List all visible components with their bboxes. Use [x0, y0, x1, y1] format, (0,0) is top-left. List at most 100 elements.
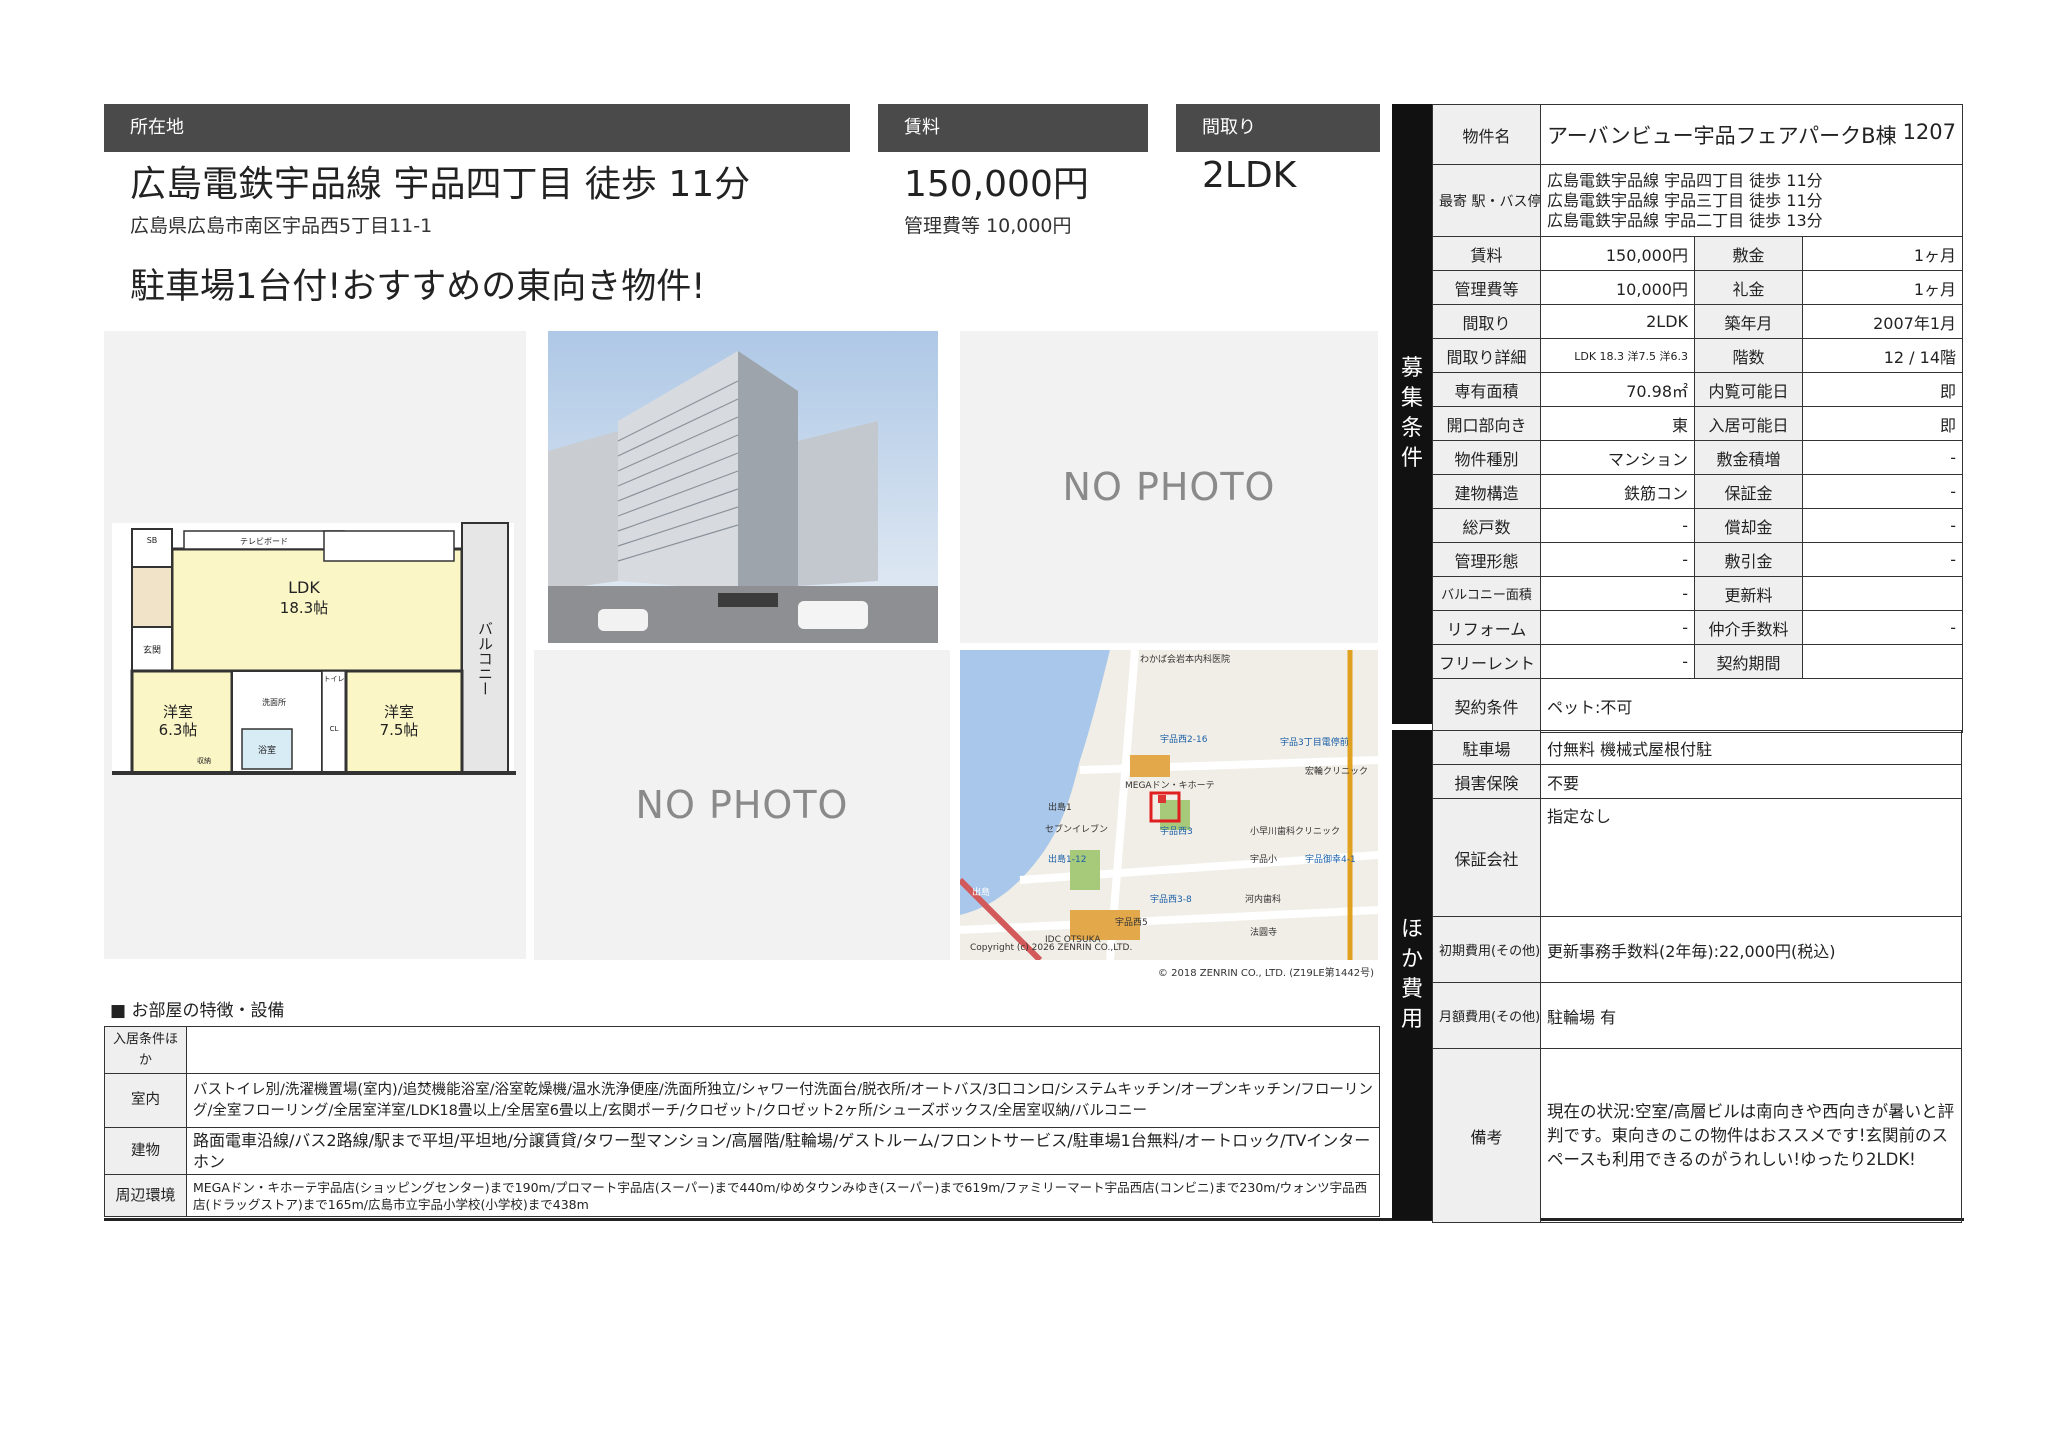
cond-value-viewing: 即 [1801, 372, 1964, 407]
floorplan-photo[interactable]: LDK 18.3帖 洋室 6.3帖 洋室 7.5帖 バルコニー SB テレビボー… [104, 331, 526, 959]
rent-label: 賃料 [904, 117, 940, 138]
cond-value-amortization: - [1801, 508, 1964, 543]
no-photo-1-text: NO PHOTO [1062, 465, 1276, 509]
fp-ldk: LDK [288, 578, 320, 597]
map-label-6: 宇品西3 [1160, 825, 1193, 837]
fp-room1-size: 6.3帖 [159, 721, 198, 739]
cond-label-floor: 階数 [1694, 338, 1803, 373]
map-copyright: © 2018 ZENRIN CO., LTD. (Z19LE第1442号) [1157, 968, 1374, 979]
costs-value-remarks: 現在の状況:空室/高層ビルは南向きや西向きが暑いと評判です。東向きのこの物件はお… [1540, 1048, 1962, 1223]
cond-value-renewal [1801, 576, 1964, 611]
features-row-building: 建物 路面電車沿線/バス2路線/駅まで平坦/平坦地/分譲賃貸/タワー型マンション… [104, 1127, 1380, 1175]
cond-row-7: 物件種別 マンション 敷金積増 - [1432, 440, 1964, 475]
cond-value-reform: - [1540, 610, 1695, 645]
cond-value-type: マンション [1540, 440, 1695, 475]
property-name: アーバンビュー宇品フェアパークB棟 [1547, 123, 1897, 148]
cond-value-freerent: - [1540, 644, 1695, 679]
cond-label-freerent: フリーレント [1432, 644, 1541, 679]
costs-row-monthly: 月額費用(その他) 駐輪場 有 [1432, 982, 1962, 1049]
map-label-3: 宇品3丁目電停前 [1280, 736, 1349, 748]
cond-label-brokerage: 仲介手数料 [1694, 610, 1803, 645]
cond-label-reform: リフォーム [1432, 610, 1541, 645]
cond-value-shikibiki: - [1801, 542, 1964, 577]
cond-label-area: 専有面積 [1432, 372, 1541, 407]
features-label-building: 建物 [104, 1127, 187, 1175]
layout-label: 間取り [1202, 117, 1256, 138]
cond-row-10: 管理形態 - 敷引金 - [1432, 542, 1964, 577]
conditions-side-4: 件 [1400, 446, 1423, 471]
fp-sb: SB [147, 536, 158, 545]
fp-tv: テレビボード [240, 537, 288, 546]
location-header: 所在地 [104, 104, 850, 152]
property-name-label: 物件名 [1432, 104, 1541, 165]
contract-label: 契約条件 [1432, 678, 1541, 733]
costs-value-monthly: 駐輪場 有 [1540, 982, 1962, 1049]
map-label-8: 出島1-12 [1048, 853, 1086, 865]
fp-cl: CL [330, 725, 339, 733]
cond-label-mgmt: 管理費等 [1432, 270, 1541, 305]
cond-row-6: 開口部向き東入居可能日即 [1432, 406, 1964, 441]
no-photo-2[interactable]: NO PHOTO [534, 650, 950, 960]
layout-header: 間取り [1176, 104, 1380, 152]
fp-room1: 洋室 [163, 703, 193, 721]
cond-label-viewing: 内覧可能日 [1694, 372, 1803, 407]
costs-side-3: 費 [1400, 977, 1423, 1002]
cond-value-brokerage: - [1801, 610, 1964, 645]
map-label-15: IDC OTSUKA [1045, 935, 1101, 945]
map-label-14: 出島 [972, 886, 990, 898]
costs-label-remarks: 備考 [1432, 1048, 1541, 1223]
station-line: 広島電鉄宇品線 宇品四丁目 徒歩 11分 [130, 164, 751, 205]
fp-storage: 収納 [197, 756, 211, 765]
cond-value-built: 2007年1月 [1801, 304, 1964, 339]
costs-side-1: ほ [1400, 917, 1423, 942]
map-label-4: MEGAドン・キホーテ [1125, 780, 1215, 791]
cond-label-renewal: 更新料 [1694, 576, 1803, 611]
fp-room2: 洋室 [384, 703, 414, 721]
cond-value-keymoney: 1ヶ月 [1801, 270, 1964, 305]
fp-toilet: トイレ [324, 675, 345, 683]
property-name-row: 物件名 アーバンビュー宇品フェアパークB棟 1207 [1432, 104, 1964, 165]
cond-value-layout-detail: LDK 18.3 洋7.5 洋6.3 [1540, 338, 1695, 373]
address: 広島県広島市南区宇品西5丁目11-1 [130, 215, 433, 237]
nearest-cell: 広島電鉄宇品線 宇品四丁目 徒歩 11分 広島電鉄宇品線 宇品三丁目 徒歩 11… [1539, 164, 1964, 237]
cond-label-balcony: バルコニー面積 [1432, 576, 1541, 611]
map-label-18: 宏輪クリニック [1305, 765, 1368, 777]
nearest-label: 最寄 駅・バス停 [1432, 164, 1541, 237]
cond-row-4: 間取り詳細 LDK 18.3 洋7.5 洋6.3 階数 12 / 14階 [1432, 338, 1964, 373]
cond-label-structure: 建物構造 [1432, 474, 1541, 509]
cond-label-deposit: 敷金 [1694, 236, 1803, 271]
cond-value-facing: 東 [1540, 406, 1695, 441]
costs-sidebar: ほ か 費 用 [1392, 730, 1432, 1220]
nearest-row: 最寄 駅・バス停 広島電鉄宇品線 宇品四丁目 徒歩 11分 広島電鉄宇品線 宇品… [1432, 164, 1964, 237]
costs-value-parking: 付無料 機械式屋根付駐 [1540, 730, 1962, 765]
costs-label-initial: 初期費用(その他) [1432, 916, 1541, 983]
cond-label-layout: 間取り [1432, 304, 1541, 339]
costs-row-guarantor: 保証会社 指定なし [1432, 798, 1962, 917]
features-value-surroundings: MEGAドン・キホーテ宇品店(ショッピングセンター)まで190m/プロマート宇品… [186, 1174, 1380, 1217]
costs-row-initial: 初期費用(その他) 更新事務手数料(2年毎):22,000円(税込) [1432, 916, 1962, 983]
cond-row-11: バルコニー面積 - 更新料 [1432, 576, 1964, 611]
cond-value-deposit-extra: - [1801, 440, 1964, 475]
features-row-conditions: 入居条件ほか [104, 1026, 1380, 1074]
nearest-2: 広島電鉄宇品線 宇品三丁目 徒歩 11分 [1547, 190, 1823, 210]
costs-label-guarantor: 保証会社 [1432, 798, 1541, 917]
conditions-side-2: 集 [1400, 386, 1423, 411]
cond-label-facing: 開口部向き [1432, 406, 1541, 441]
costs-value-guarantor: 指定なし [1540, 798, 1962, 917]
features-value-conditions [186, 1026, 1380, 1074]
features-row-surroundings: 周辺環境 MEGAドン・キホーテ宇品店(ショッピングセンター)まで190m/プロ… [104, 1174, 1380, 1217]
map[interactable]: Copyright (c) 2026 ZENRIN CO.,LTD. わかば会岩… [960, 650, 1378, 960]
cond-label-management: 管理形態 [1432, 542, 1541, 577]
features-row-interior: 室内 バストイレ別/洗濯機置場(室内)/追焚機能浴室/浴室乾燥機/温水洗浄便座/… [104, 1073, 1380, 1128]
cond-value-term [1801, 644, 1964, 679]
fp-balcony: バルコニー [476, 621, 494, 696]
map-label-13: 宇品西5 [1115, 916, 1148, 928]
map-label-10: 宇品御幸4-1 [1305, 853, 1356, 865]
no-photo-1[interactable]: NO PHOTO [960, 331, 1378, 643]
room-number: 1207 [1902, 119, 1957, 144]
map-label-17: セブンイレブン [1045, 823, 1108, 835]
building-photo[interactable] [548, 331, 938, 643]
map-image: Copyright (c) 2026 ZENRIN CO.,LTD. わかば会岩… [960, 650, 1378, 960]
cond-value-management: - [1540, 542, 1695, 577]
features-value-building: 路面電車沿線/バス2路線/駅まで平坦/平坦地/分譲賃貸/タワー型マンション/高層… [186, 1127, 1380, 1175]
